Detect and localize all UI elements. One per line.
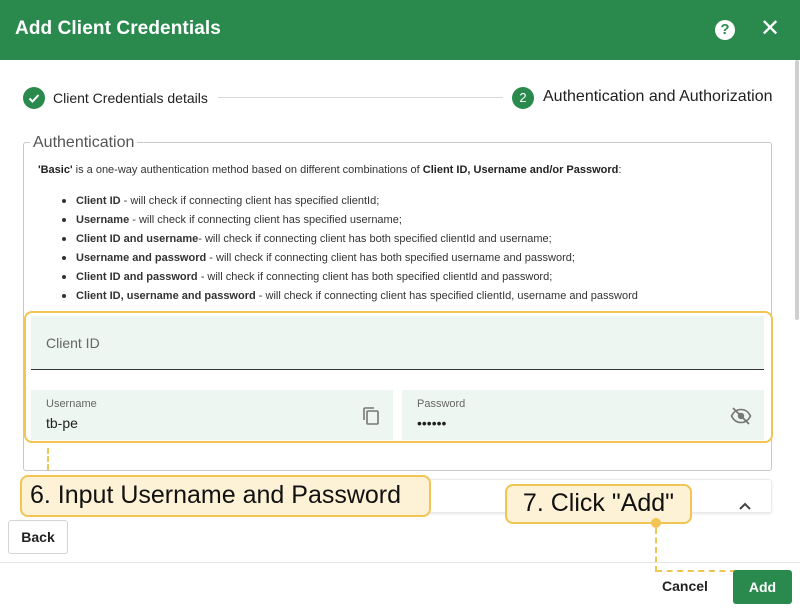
close-icon[interactable]: ✕ <box>758 17 782 41</box>
list-item-text: - will check if connecting client has bo… <box>197 271 553 283</box>
chevron-up-icon[interactable] <box>738 498 752 514</box>
annotation-connector-7-horizontal <box>656 570 736 572</box>
add-button[interactable]: Add <box>733 570 792 604</box>
list-item: Client ID and username- will check if co… <box>60 232 638 251</box>
desc-text: is a one-way authentication method based… <box>72 164 423 176</box>
back-button[interactable]: Back <box>8 520 68 554</box>
annotation-connector-7-vertical <box>655 528 657 572</box>
list-item-text: - will check if connecting client has sp… <box>120 195 380 207</box>
step-label-client-credentials[interactable]: Client Credentials details <box>53 90 208 106</box>
list-item-bold: Client ID, username and password <box>76 290 256 302</box>
auth-methods-list: Client ID - will check if connecting cli… <box>60 194 638 308</box>
stepper: Client Credentials details 2 Authenticat… <box>0 84 800 112</box>
footer-divider <box>0 562 800 563</box>
annotation-dot-7 <box>651 518 661 528</box>
list-item-text: - will check if connecting client has sp… <box>255 290 638 302</box>
desc-bold-combinations: Client ID, Username and/or Password <box>422 164 619 176</box>
check-icon[interactable] <box>23 87 45 109</box>
annotation-connector-6 <box>47 448 49 470</box>
list-item: Username - will check if connecting clie… <box>60 213 638 232</box>
list-item-bold: Client ID <box>76 195 121 207</box>
step-label-authentication[interactable]: Authentication and Authorization <box>543 88 773 106</box>
list-item: Client ID and password - will check if c… <box>60 270 638 289</box>
cancel-button[interactable]: Cancel <box>662 578 708 594</box>
step-number-2[interactable]: 2 <box>512 87 534 109</box>
step-connector <box>218 97 503 98</box>
list-item-bold: Client ID and password <box>76 271 198 283</box>
authentication-legend: Authentication <box>30 134 138 152</box>
list-item-text: - will check if connecting client has bo… <box>198 233 552 245</box>
fields-highlight-box <box>24 311 773 443</box>
desc-bold-basic: 'Basic' <box>38 164 73 176</box>
dialog-title: Add Client Credentials <box>15 18 221 39</box>
list-item: Client ID - will check if connecting cli… <box>60 194 638 213</box>
annotation-step-7: 7. Click "Add" <box>505 484 692 524</box>
list-item: Username and password - will check if co… <box>60 251 638 270</box>
list-item: Client ID, username and password - will … <box>60 289 638 308</box>
help-icon[interactable]: ? <box>715 20 735 40</box>
list-item-bold: Client ID and username <box>76 233 199 245</box>
desc-colon: : <box>618 164 622 176</box>
authentication-description: 'Basic' is a one-way authentication meth… <box>38 164 758 176</box>
dialog-header: Add Client Credentials ? ✕ <box>0 0 800 60</box>
annotation-step-6: 6. Input Username and Password <box>20 475 431 517</box>
list-item-text: - will check if connecting client has sp… <box>129 214 402 226</box>
list-item-bold: Username <box>76 214 130 226</box>
list-item-bold: Username and password <box>76 252 207 264</box>
list-item-text: - will check if connecting client has bo… <box>206 252 575 264</box>
